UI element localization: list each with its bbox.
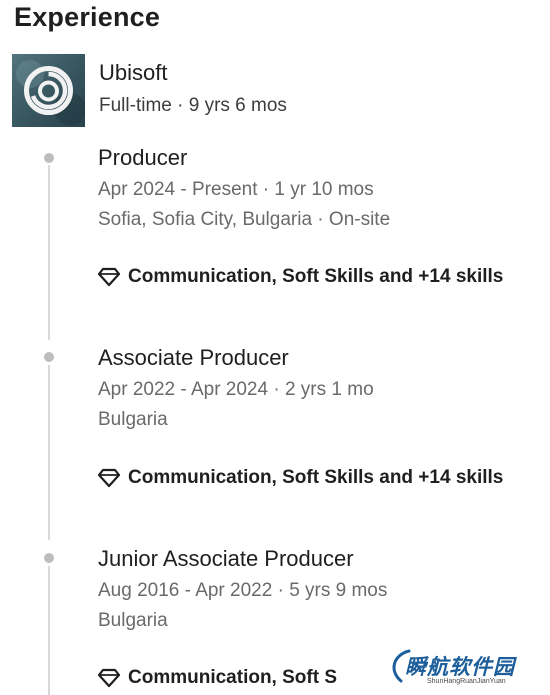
role-entry[interactable]: Producer Apr 2024 - Present · 1 yr 10 mo… [98,145,538,232]
watermark-subtext: ShunHangRuanJianYuan [427,678,506,685]
role-location: Bulgaria [98,610,168,631]
section-title: Experience [14,2,161,32]
timeline-dot-icon [44,352,54,362]
timeline-line [48,566,50,695]
diamond-gem-icon [98,468,120,488]
skills-link[interactable]: Communication, Soft S [98,667,337,689]
diamond-gem-icon [98,267,120,287]
ubisoft-logo-icon[interactable] [12,54,85,127]
role-dates: Aug 2016 - Apr 2022 · 5 yrs 9 mos [98,580,388,601]
role-title[interactable]: Junior Associate Producer [98,546,538,572]
company-name[interactable]: Ubisoft [99,60,167,86]
company-employment-meta: Full-time · 9 yrs 6 mos [99,95,287,116]
timeline-dot-icon [44,153,54,163]
role-entry[interactable]: Associate Producer Apr 2022 - Apr 2024 ·… [98,345,538,432]
role-dates: Apr 2024 - Present · 1 yr 10 mos [98,179,374,200]
skills-link[interactable]: Communication, Soft Skills and +14 skill… [98,266,503,288]
skills-label: Communication, Soft Skills and +14 skill… [128,266,504,287]
role-dates: Apr 2022 - Apr 2024 · 2 yrs 1 mo [98,379,374,400]
timeline-line [48,365,50,540]
skills-label: Communication, Soft S [128,667,337,688]
skills-label: Communication, Soft Skills and +14 skill… [128,467,504,488]
company-entry[interactable]: Ubisoft Full-time · 9 yrs 6 mos [12,54,542,134]
skills-link[interactable]: Communication, Soft Skills and +14 skill… [98,467,503,489]
diamond-gem-icon [98,668,120,688]
watermark: 瞬航软件园 ShunHangRuanJianYuan [383,645,523,693]
role-entry[interactable]: Junior Associate Producer Aug 2016 - Apr… [98,546,538,633]
watermark-text: 瞬航软件园 [405,656,515,679]
role-title[interactable]: Producer [98,145,538,171]
role-location: Bulgaria [98,409,168,430]
role-title[interactable]: Associate Producer [98,345,538,371]
timeline-line [48,165,50,340]
role-location: Sofia, Sofia City, Bulgaria · On-site [98,209,391,230]
timeline-dot-icon [44,553,54,563]
